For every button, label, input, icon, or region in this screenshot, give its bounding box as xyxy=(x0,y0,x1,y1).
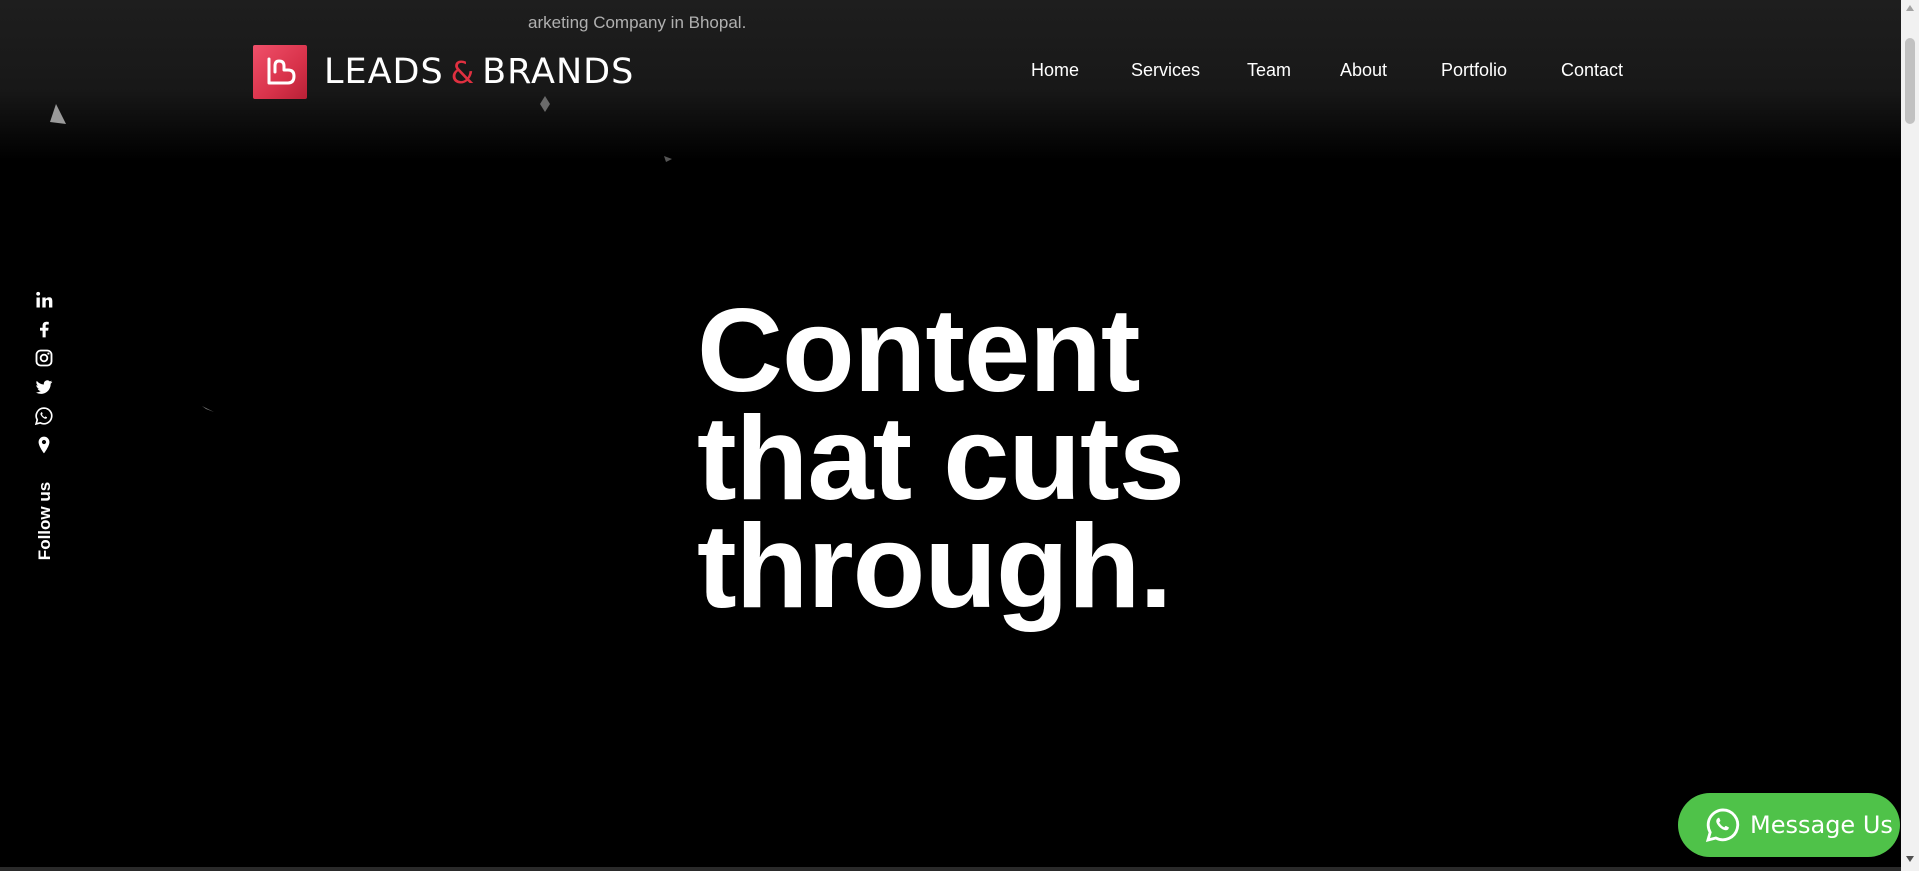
nav-team[interactable]: Team xyxy=(1247,60,1291,81)
nav-about[interactable]: About xyxy=(1340,60,1387,81)
follow-us-label: Follow us xyxy=(18,482,72,560)
scroll-down-arrow-icon[interactable] xyxy=(1906,856,1914,862)
social-links xyxy=(34,290,58,464)
nav-home[interactable]: Home xyxy=(1031,60,1079,81)
vertical-scrollbar[interactable] xyxy=(1901,0,1919,871)
page: arketing Company in Bhopal. LEADS & BRANDS… xyxy=(0,0,1901,871)
nav-portfolio[interactable]: Portfolio xyxy=(1441,60,1507,81)
particle-shard xyxy=(50,104,66,124)
hero-line-2: that cuts xyxy=(697,392,1185,525)
particle-shard xyxy=(540,96,550,112)
hero-headline: Content that cuts through. xyxy=(697,284,1257,633)
particle-shard xyxy=(202,406,214,412)
site-header: arketing Company in Bhopal. LEADS & BRANDS… xyxy=(0,0,1901,160)
twitter-icon[interactable] xyxy=(34,377,54,397)
whatsapp-icon xyxy=(1705,808,1740,843)
particle-shard xyxy=(664,156,672,162)
page-bottom-edge xyxy=(0,867,1901,871)
whatsapp-button-label: Message Us xyxy=(1750,811,1893,839)
nav-contact[interactable]: Contact xyxy=(1561,60,1623,81)
hero-line-3: through. xyxy=(697,500,1172,633)
location-pin-icon[interactable] xyxy=(34,435,54,455)
hero-line-1: Content xyxy=(697,284,1140,417)
scrollbar-thumb[interactable] xyxy=(1905,38,1915,124)
facebook-icon[interactable] xyxy=(34,319,54,339)
main-nav: Home Services Team About Portfolio Conta… xyxy=(0,60,1901,88)
instagram-icon[interactable] xyxy=(34,348,54,368)
linkedin-icon[interactable] xyxy=(34,290,54,310)
whatsapp-icon[interactable] xyxy=(34,406,54,426)
nav-services[interactable]: Services xyxy=(1131,60,1200,81)
follow-us-text: Follow us xyxy=(35,481,54,561)
whatsapp-message-button[interactable]: Message Us xyxy=(1678,793,1900,857)
ticker-text: arketing Company in Bhopal. xyxy=(528,13,747,32)
scroll-up-arrow-icon[interactable] xyxy=(1906,5,1914,11)
